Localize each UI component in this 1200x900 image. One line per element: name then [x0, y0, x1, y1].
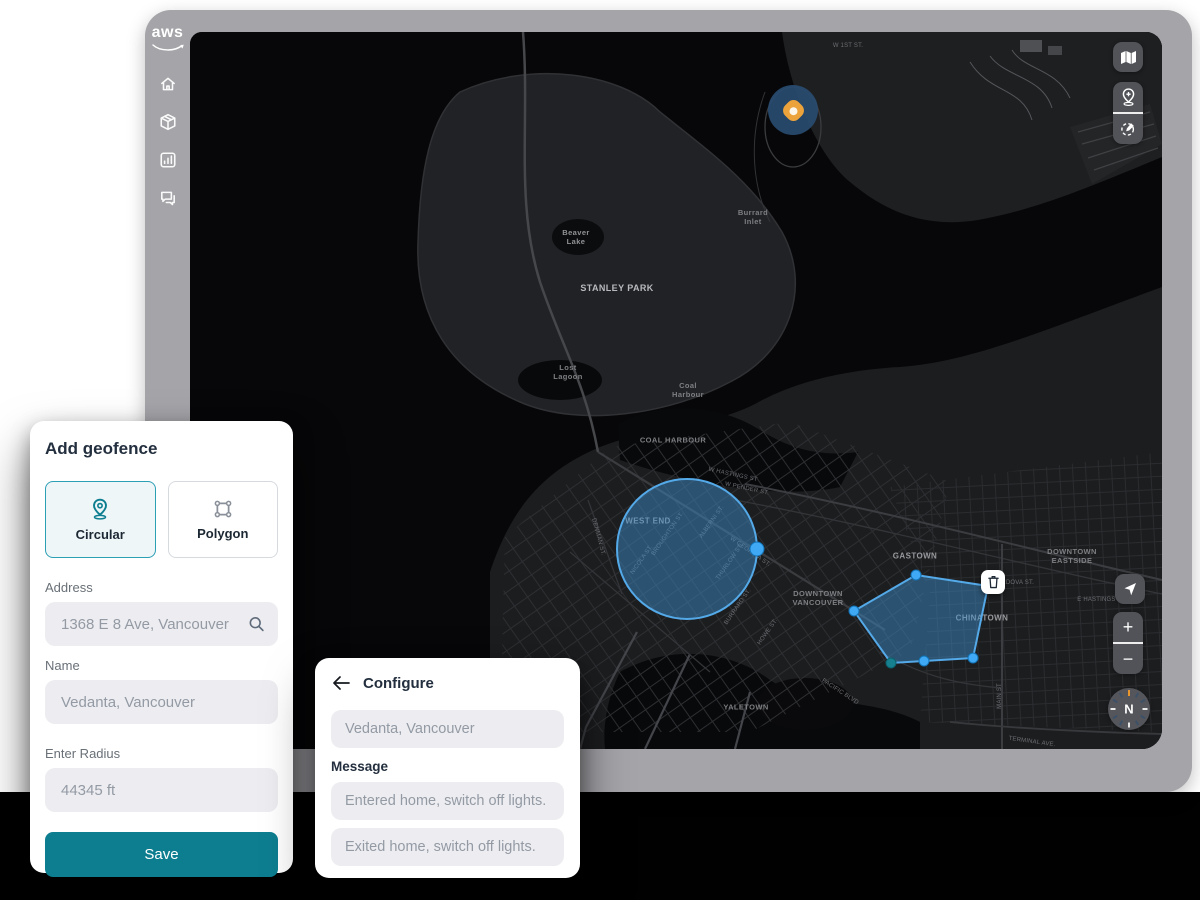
- add-geofence-pin-button[interactable]: [1113, 82, 1143, 112]
- panel-title: Add geofence: [45, 439, 278, 459]
- analytics-icon: [159, 151, 177, 169]
- polygon-shape-icon: [213, 499, 233, 519]
- compass-tick: [1112, 715, 1117, 719]
- geofence-layer: [190, 32, 1162, 749]
- polygon-vertex-handle[interactable]: [849, 606, 859, 616]
- save-button[interactable]: Save: [45, 832, 278, 877]
- compass-tick: [1135, 720, 1139, 725]
- sidebar-item-devices[interactable]: [158, 112, 178, 132]
- edit-geofence-icon: [1120, 120, 1137, 137]
- home-icon: [159, 75, 177, 93]
- tablet-device-frame: aws: [145, 10, 1192, 792]
- map-style-button[interactable]: [1113, 42, 1143, 72]
- compass-tick: [1135, 692, 1139, 697]
- compass-control[interactable]: N: [1108, 688, 1150, 730]
- exited-message-input[interactable]: [331, 828, 564, 866]
- address-input[interactable]: [45, 602, 278, 646]
- compass-tick: [1143, 708, 1148, 710]
- trash-icon: [987, 575, 1000, 589]
- configure-panel: Configure Message: [315, 658, 580, 878]
- compass-tick: [1119, 720, 1123, 725]
- compass-north-label: N: [1124, 702, 1133, 717]
- aws-logo-text: aws: [151, 26, 185, 40]
- geofence-type-polygon-button[interactable]: Polygon: [168, 481, 279, 558]
- polygon-vertex-handle[interactable]: [919, 656, 929, 666]
- configure-title: Configure: [363, 675, 434, 692]
- name-input[interactable]: [45, 680, 278, 724]
- add-location-icon: [1120, 88, 1137, 106]
- polygon-vertex-handle[interactable]: [911, 570, 921, 580]
- package-icon: [159, 113, 177, 131]
- compass-tick: [1128, 723, 1130, 728]
- polygon-geofence[interactable]: [854, 575, 988, 663]
- locate-me-icon: [1122, 581, 1138, 597]
- radius-drag-handle[interactable]: [750, 542, 764, 556]
- marker-ring: [780, 97, 807, 124]
- circular-label: Circular: [76, 527, 125, 542]
- sidebar-item-home[interactable]: [158, 74, 178, 94]
- entered-message-input[interactable]: [331, 782, 564, 820]
- back-button[interactable]: [331, 673, 351, 693]
- polygon-vertex-handle[interactable]: [886, 658, 896, 668]
- geofence-tools-group: [1113, 82, 1143, 144]
- compass-tick: [1140, 699, 1145, 703]
- locate-me-button[interactable]: [1115, 574, 1145, 604]
- delete-geofence-button[interactable]: [981, 570, 1005, 594]
- marker-core: [787, 104, 798, 115]
- zoom-out-button[interactable]: −: [1113, 644, 1143, 674]
- add-geofence-panel: Add geofence Circular Polygon Address: [30, 421, 293, 873]
- address-label: Address: [45, 580, 278, 595]
- zoom-in-label: +: [1123, 618, 1134, 636]
- polygon-label: Polygon: [197, 526, 248, 541]
- zoom-in-button[interactable]: +: [1113, 612, 1143, 642]
- radius-label: Enter Radius: [45, 746, 278, 761]
- back-arrow-icon: [332, 676, 350, 690]
- zoom-controls: + −: [1113, 612, 1143, 674]
- search-icon[interactable]: [248, 616, 265, 633]
- name-label: Name: [45, 658, 278, 673]
- compass-tick: [1111, 708, 1116, 710]
- geofence-name-input[interactable]: [331, 710, 564, 748]
- compass-tick: [1140, 715, 1145, 719]
- aws-smile-icon: [151, 43, 185, 53]
- compass-tick: [1128, 690, 1130, 696]
- sidebar-item-analytics[interactable]: [158, 150, 178, 170]
- sidebar-item-messages[interactable]: [158, 188, 178, 208]
- circular-geofence[interactable]: [617, 479, 757, 619]
- map-canvas[interactable]: Beaver LakeSTANLEY PARKBurrard InletLost…: [190, 32, 1162, 749]
- device-location-marker[interactable]: [768, 85, 818, 135]
- geofence-type-circular-button[interactable]: Circular: [45, 481, 156, 558]
- circular-pin-icon: [90, 498, 110, 520]
- edit-geofence-button[interactable]: [1113, 114, 1143, 144]
- message-label: Message: [331, 759, 564, 774]
- polygon-vertex-handle[interactable]: [968, 653, 978, 663]
- zoom-out-label: −: [1123, 650, 1134, 668]
- radius-input[interactable]: [45, 768, 278, 812]
- compass-tick: [1119, 692, 1123, 697]
- map-style-icon: [1120, 50, 1137, 65]
- compass-tick: [1112, 699, 1117, 703]
- aws-logo: aws: [151, 26, 185, 58]
- chat-icon: [159, 189, 177, 207]
